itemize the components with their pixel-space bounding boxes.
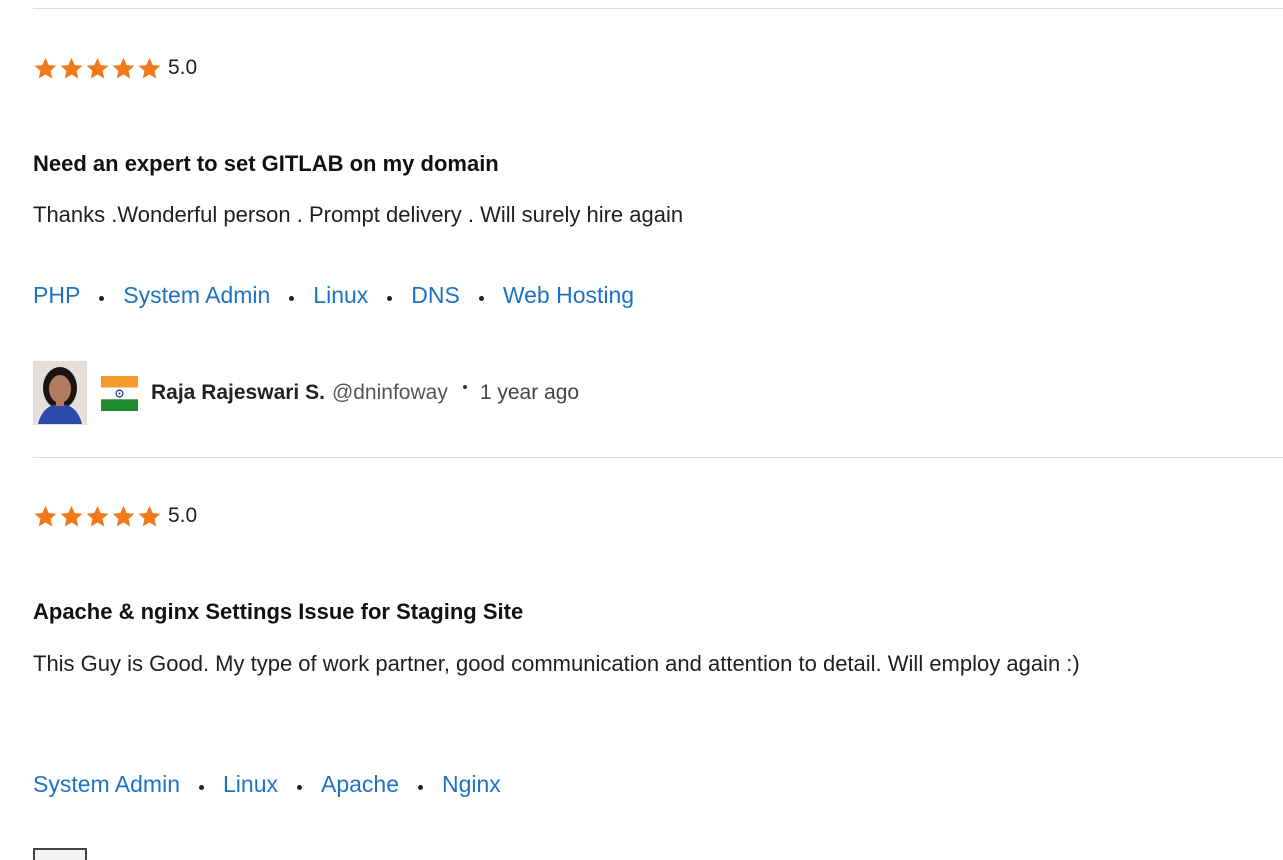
tag-link-nginx[interactable]: Nginx (442, 771, 501, 798)
separator-dot (462, 385, 467, 389)
review-card: 5.0 Apache & nginx Settings Issue for St… (33, 501, 1213, 841)
separator-dot (478, 296, 484, 301)
author-handle[interactable]: @dninfoway (332, 381, 448, 405)
review-timestamp: 1 year ago (479, 381, 580, 404)
star-icon (59, 504, 84, 529)
tag-link-linux[interactable]: Linux (313, 282, 368, 309)
tag-link-system-admin[interactable]: System Admin (33, 771, 180, 798)
separator-dot (289, 296, 295, 301)
rating-score: 5.0 (168, 56, 198, 79)
star-icon (137, 56, 162, 81)
skill-tags: PHP System Admin Linux DNS Web Hosting (33, 282, 634, 309)
author-name[interactable]: Raja Rajeswari S. (151, 381, 325, 405)
tag-link-apache[interactable]: Apache (321, 771, 399, 798)
star-icon (85, 504, 110, 529)
review-title: Need an expert to set GITLAB on my domai… (33, 151, 499, 176)
review-card: 5.0 Need an expert to set GITLAB on my d… (33, 53, 1213, 433)
star-icon (137, 504, 162, 529)
star-rating (33, 56, 162, 81)
star-icon (59, 56, 84, 81)
rating: 5.0 (33, 501, 1213, 531)
separator-dot (418, 785, 423, 790)
separator-dot (99, 296, 105, 301)
tag-link-system-admin[interactable]: System Admin (123, 282, 270, 309)
review-text: Thanks .Wonderful person . Prompt delive… (33, 202, 684, 227)
skill-tags: System Admin Linux Apache Nginx (33, 771, 501, 798)
review-divider (33, 457, 1283, 458)
india-flag-icon (101, 375, 138, 411)
reviews-list: 5.0 Need an expert to set GITLAB on my d… (0, 0, 1283, 860)
tag-link-dns[interactable]: DNS (411, 282, 460, 309)
star-rating (33, 504, 162, 529)
separator-dot (199, 785, 204, 790)
rating: 5.0 (33, 53, 1213, 83)
user-avatar[interactable] (33, 848, 87, 860)
tag-link-php[interactable]: PHP (33, 282, 80, 309)
separator-dot (296, 785, 302, 790)
star-icon (111, 504, 136, 529)
review-author: Raja Rajeswari S. @dninfoway 1 year ago (33, 360, 579, 426)
tag-link-web-hosting[interactable]: Web Hosting (503, 282, 634, 309)
star-icon (85, 56, 110, 81)
tag-link-linux[interactable]: Linux (223, 771, 278, 798)
review-title: Apache & nginx Settings Issue for Stagin… (33, 599, 524, 624)
user-avatar[interactable] (33, 361, 87, 425)
review-divider (33, 8, 1283, 9)
star-icon (33, 504, 58, 529)
separator-dot (387, 296, 393, 301)
rating-score: 5.0 (168, 504, 198, 527)
star-icon (33, 56, 58, 81)
star-icon (111, 56, 136, 81)
review-text: This Guy is Good. My type of work partne… (33, 651, 1080, 676)
